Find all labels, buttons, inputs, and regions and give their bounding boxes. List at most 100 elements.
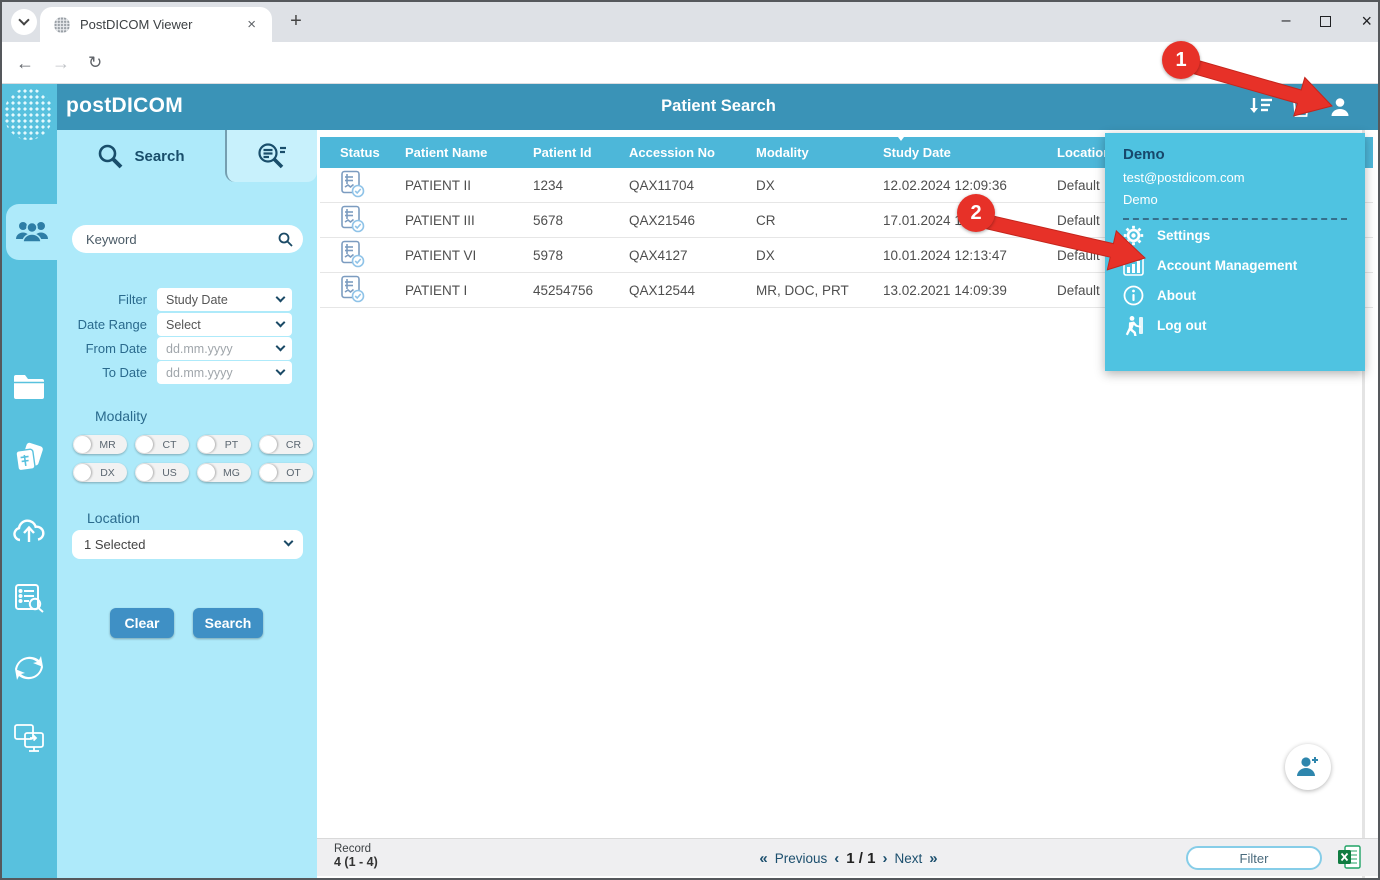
- menu-item-account-management[interactable]: Account Management: [1123, 250, 1347, 280]
- previous-button[interactable]: Previous: [775, 851, 828, 866]
- search-icon: [97, 143, 123, 169]
- back-button[interactable]: ←: [16, 42, 34, 84]
- status-report-icon: [340, 205, 366, 233]
- menu-item-about[interactable]: About: [1123, 280, 1347, 310]
- from-date-select[interactable]: dd.mm.yyyy: [157, 337, 292, 360]
- tab-title: PostDICOM Viewer: [80, 17, 243, 32]
- close-button[interactable]: ×: [1361, 11, 1372, 32]
- modality-toggle-ot[interactable]: OT: [259, 463, 313, 482]
- clear-button[interactable]: Clear: [110, 608, 174, 638]
- cell-modality: MR, DOC, PRT: [756, 283, 883, 298]
- col-accession-no[interactable]: Accession No: [629, 145, 756, 160]
- next-button[interactable]: Next: [894, 851, 922, 866]
- folder-icon: [13, 373, 45, 399]
- modality-toggle-mr[interactable]: MR: [73, 435, 127, 454]
- chart-icon: [1123, 255, 1144, 276]
- user-organization: Demo: [1123, 192, 1347, 207]
- user-icon[interactable]: [1327, 94, 1353, 120]
- search-button[interactable]: Search: [193, 608, 263, 638]
- filter-button[interactable]: Filter: [1186, 846, 1322, 870]
- status-report-icon: [340, 275, 366, 303]
- cell-patient-id: 45254756: [533, 283, 629, 298]
- search-panel: Search Filter Study Date Date Range Sele…: [57, 130, 317, 880]
- keyword-field[interactable]: [72, 225, 303, 253]
- sidebar-item-sync[interactable]: [0, 646, 57, 690]
- cell-study-date: 13.02.2021 14:09:39: [883, 283, 1057, 298]
- sync-icon: [13, 653, 45, 683]
- menu-item-logout[interactable]: Log out: [1123, 310, 1347, 340]
- modality-toggle-us[interactable]: US: [135, 463, 189, 482]
- col-patient-name[interactable]: Patient Name: [405, 145, 533, 160]
- sort-icon[interactable]: [1248, 94, 1274, 120]
- maximize-button[interactable]: [1320, 16, 1331, 27]
- trash-icon[interactable]: [1288, 94, 1314, 120]
- brand-dots-logo: [4, 88, 53, 140]
- add-patient-button[interactable]: [1285, 744, 1331, 790]
- modality-toggle-mg[interactable]: MG: [197, 463, 251, 482]
- cell-patient-name: PATIENT I: [405, 283, 533, 298]
- app-header: postDICOM Patient Search: [57, 84, 1380, 130]
- gear-icon: [1123, 225, 1144, 246]
- browser-tab-strip: PostDICOM Viewer × + – ×: [0, 0, 1380, 42]
- next-page-icon[interactable]: ›: [882, 850, 887, 867]
- chevron-down-icon: [284, 537, 294, 547]
- excel-export-icon[interactable]: [1338, 845, 1361, 874]
- menu-item-label: Log out: [1157, 318, 1206, 333]
- tab-advanced-search[interactable]: [225, 130, 317, 182]
- prev-page-icon[interactable]: ‹: [834, 850, 839, 867]
- date-range-label: Date Range: [57, 317, 157, 332]
- user-email: test@postdicom.com: [1123, 170, 1347, 185]
- modality-toggle-pt[interactable]: PT: [197, 435, 251, 454]
- reload-button[interactable]: ↻: [88, 42, 102, 84]
- browser-tab[interactable]: PostDICOM Viewer ×: [40, 7, 272, 42]
- cell-modality: CR: [756, 213, 883, 228]
- chevron-down-icon: [276, 318, 286, 328]
- cell-modality: DX: [756, 178, 883, 193]
- tab-search[interactable]: Search: [57, 130, 225, 182]
- modality-toggle-cr[interactable]: CR: [259, 435, 313, 454]
- filter-select[interactable]: Study Date: [157, 288, 292, 311]
- new-tab-button[interactable]: +: [283, 8, 309, 34]
- favicon: [54, 17, 70, 33]
- sidebar-item-folders[interactable]: [0, 364, 57, 408]
- menu-item-settings[interactable]: Settings: [1123, 220, 1347, 250]
- patients-icon: [15, 219, 49, 245]
- location-select[interactable]: 1 Selected: [72, 530, 303, 559]
- sidebar-item-worklist[interactable]: [0, 576, 57, 620]
- tab-list-chevron-icon[interactable]: [11, 9, 37, 35]
- table-footer: Record 4 (1 - 4) « Previous ‹ 1 / 1 › Ne…: [317, 838, 1380, 876]
- sidebar-item-patients[interactable]: [6, 204, 57, 260]
- worklist-search-icon: [14, 583, 44, 613]
- sidebar-item-upload[interactable]: [0, 508, 57, 552]
- filter-label: Filter: [57, 292, 157, 307]
- cell-accession: QAX4127: [629, 248, 756, 263]
- modality-label: Modality: [95, 408, 147, 424]
- to-date-label: To Date: [57, 365, 157, 380]
- menu-item-label: Settings: [1157, 228, 1210, 243]
- from-date-label: From Date: [57, 341, 157, 356]
- col-modality[interactable]: Modality: [756, 145, 883, 160]
- cell-study-date: 10.01.2024 12:13:47: [883, 248, 1057, 263]
- tab-close-icon[interactable]: ×: [243, 16, 260, 33]
- search-icon: [278, 232, 293, 247]
- sidebar-item-studies[interactable]: [0, 436, 57, 480]
- page-indicator: 1 / 1: [846, 850, 875, 867]
- first-page-icon[interactable]: «: [759, 850, 767, 867]
- col-patient-id[interactable]: Patient Id: [533, 145, 629, 160]
- keyword-input[interactable]: [86, 232, 278, 247]
- to-date-select[interactable]: dd.mm.yyyy: [157, 361, 292, 384]
- last-page-icon[interactable]: »: [929, 850, 937, 867]
- cell-modality: DX: [756, 248, 883, 263]
- cell-accession: QAX21546: [629, 213, 756, 228]
- location-label: Location: [87, 510, 140, 526]
- col-status[interactable]: Status: [340, 145, 405, 160]
- modality-toggle-dx[interactable]: DX: [73, 463, 127, 482]
- sort-desc-icon: [895, 133, 907, 141]
- date-range-select[interactable]: Select: [157, 313, 292, 336]
- modality-toggle-ct[interactable]: CT: [135, 435, 189, 454]
- menu-item-label: Account Management: [1157, 258, 1297, 273]
- sidebar-item-devices[interactable]: [0, 716, 57, 760]
- cell-accession: QAX12544: [629, 283, 756, 298]
- col-study-date[interactable]: Study Date: [883, 145, 1057, 160]
- minimize-button[interactable]: –: [1282, 12, 1291, 30]
